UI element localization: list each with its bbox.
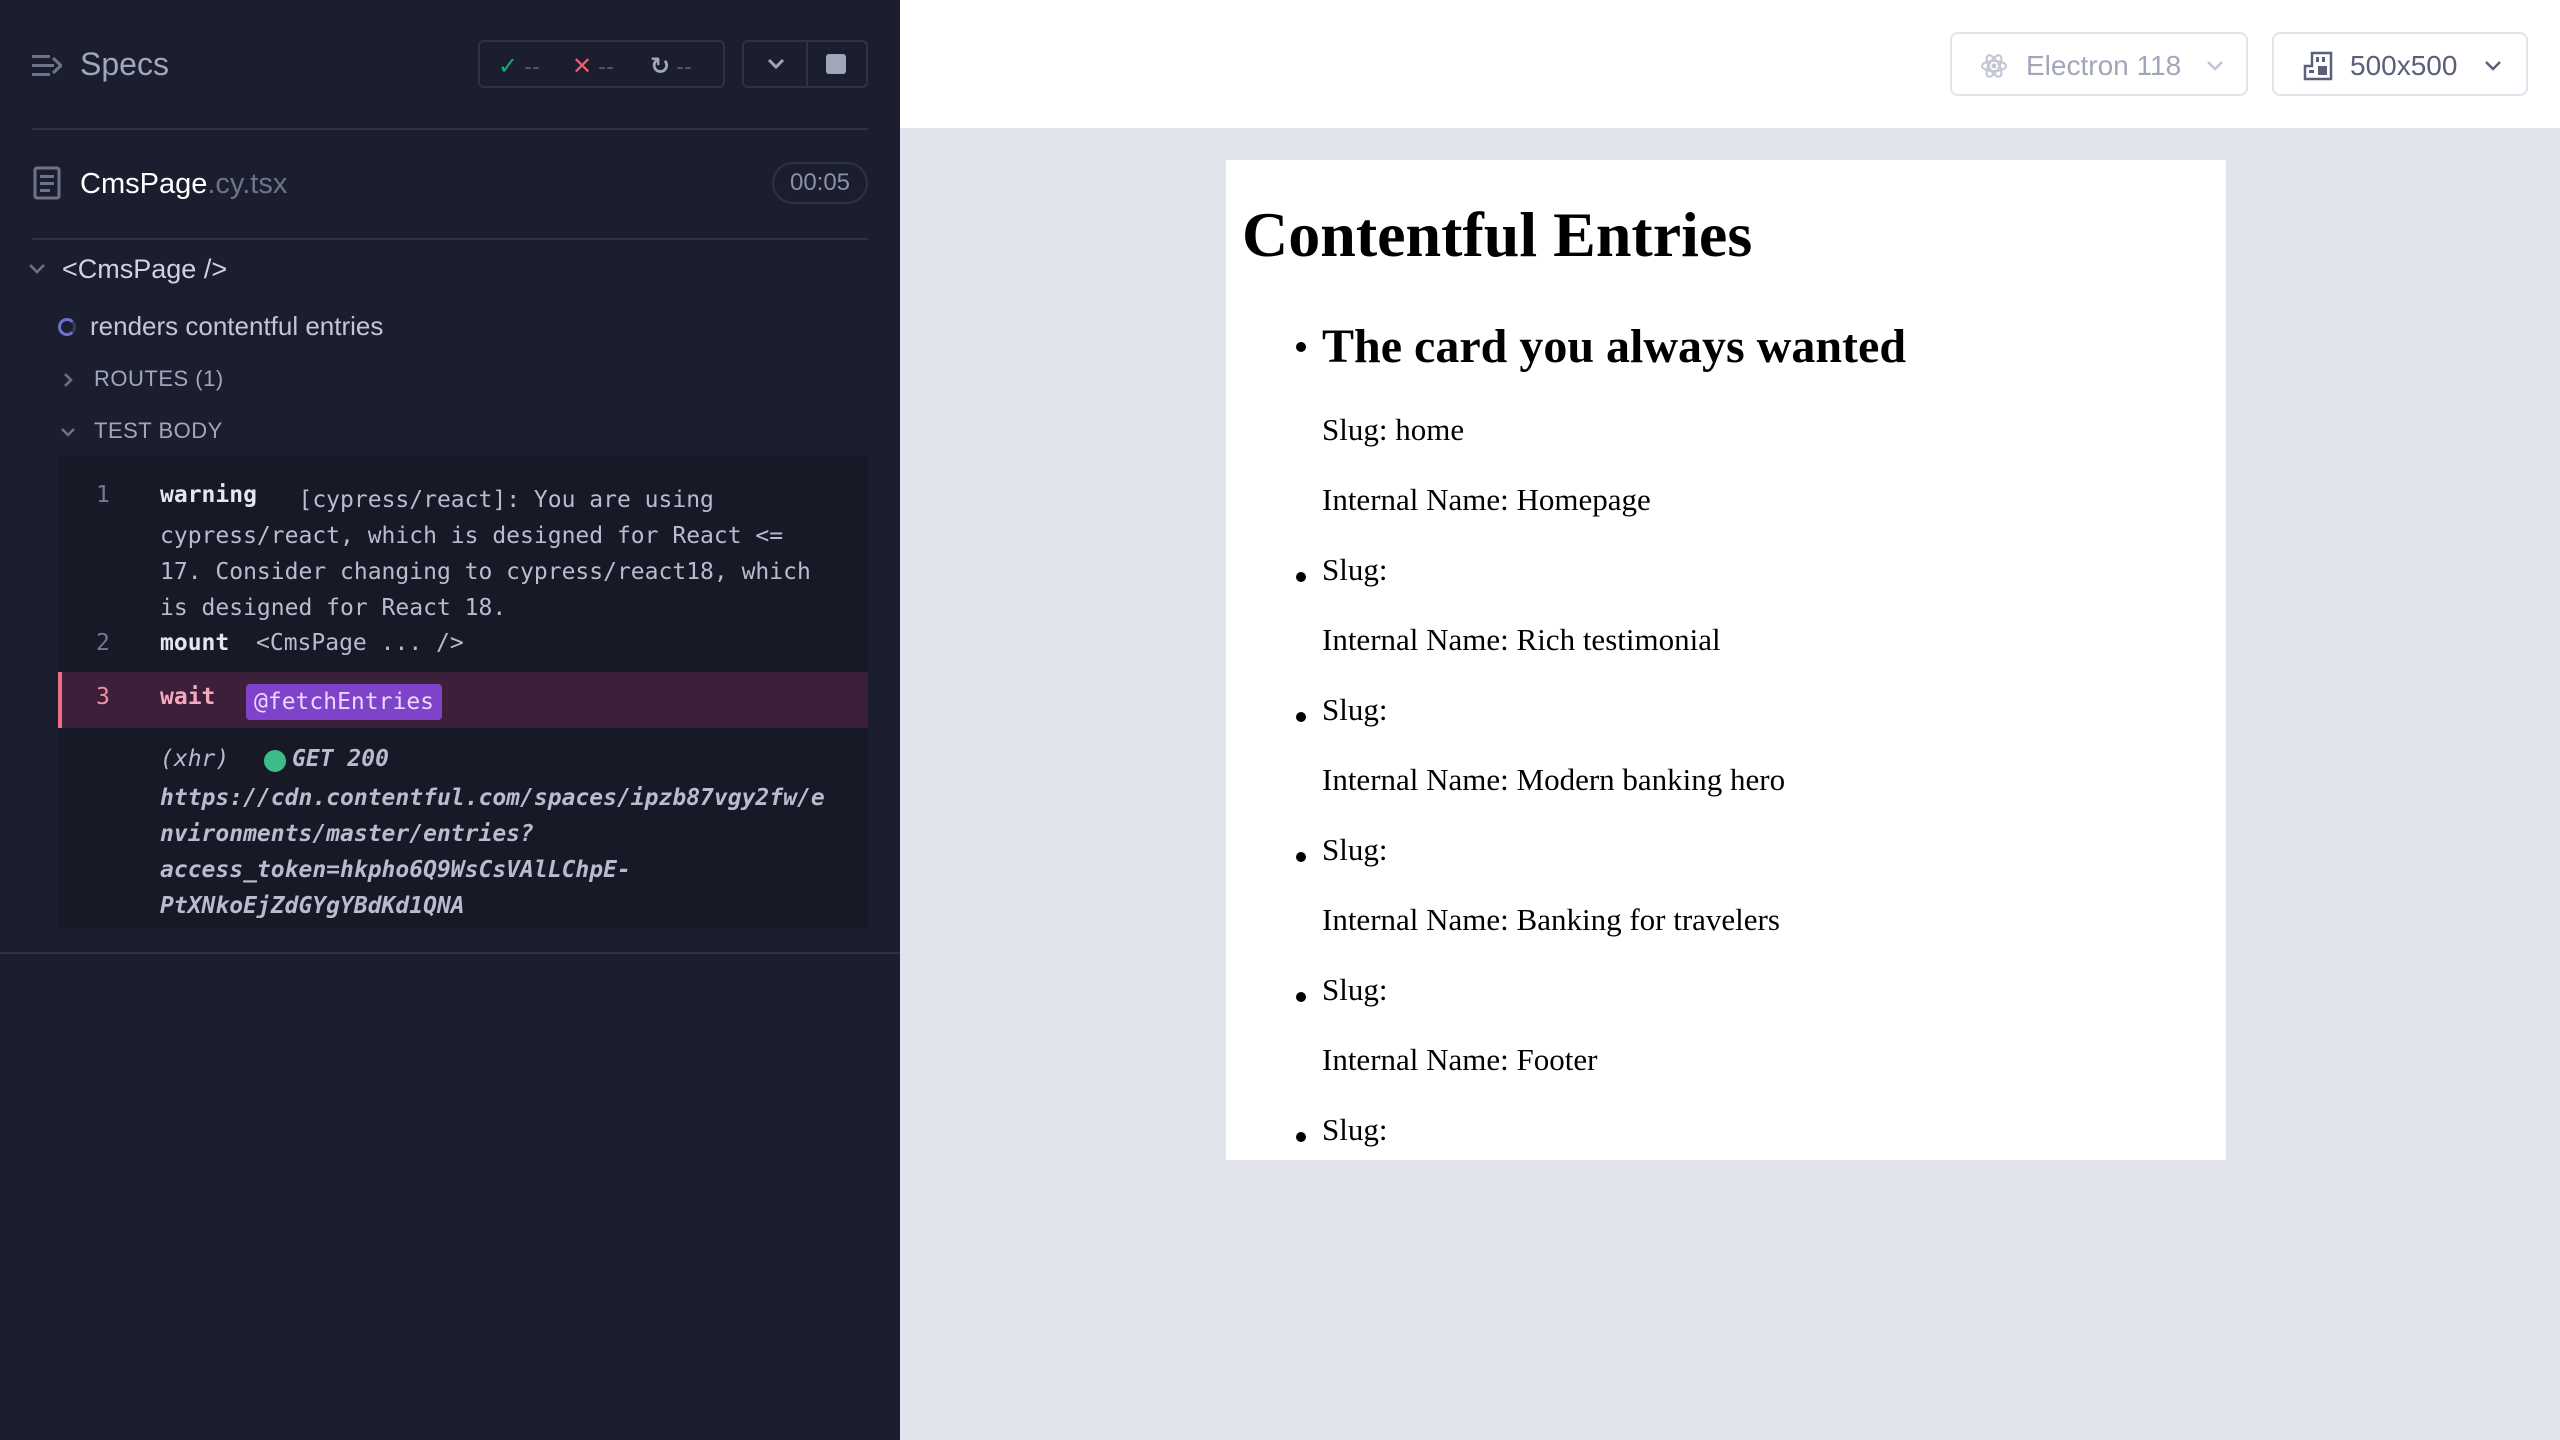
command-name: wait (160, 684, 216, 710)
app-under-test-frame: Contentful Entries The card you always w… (1226, 160, 2226, 1160)
list-item: Slug: Internal Name: Banking for travele… (1226, 832, 2226, 938)
entry-internal-name: Internal Name: Homepage (1322, 482, 1651, 517)
specs-title[interactable]: Specs (80, 46, 169, 83)
command-number: 2 (96, 630, 110, 656)
suite-title: <CmsPage /> (62, 254, 228, 284)
reporter-panel: Specs ✓ -- ✕ -- ↻ -- CmsPage.cy.tsx 00:0… (0, 0, 900, 1440)
list-item: The card you always wanted Slug: home In… (1226, 310, 2226, 518)
command-name: mount (160, 630, 230, 656)
alias-badge[interactable]: @fetchEntries (246, 684, 443, 720)
duration-badge: 00:05 (772, 162, 868, 204)
entry-slug: Slug: (1322, 692, 1388, 727)
chevron-down-icon[interactable] (28, 262, 46, 276)
failed-stat: ✕ -- (572, 52, 614, 80)
passed-stat: ✓ -- (498, 52, 540, 80)
divider (32, 128, 868, 130)
entry-title: The card you always wanted (1322, 320, 1907, 373)
chevron-down-icon[interactable] (60, 424, 76, 440)
xhr-log-row[interactable]: (xhr) GET 200 https://cdn.contentful.com… (58, 734, 868, 924)
entry-slug: Slug: (1322, 832, 1388, 867)
command-row[interactable]: 2 mount <CmsPage ... /> (58, 618, 868, 666)
chevron-right-icon[interactable] (60, 372, 76, 388)
specs-toggle-icon[interactable] (32, 52, 62, 80)
electron-icon (1981, 54, 2007, 78)
preview-toolbar: Electron 118 500x500 (900, 0, 2560, 128)
run-controls (742, 40, 868, 88)
routes-label: ROUTES (1) (94, 366, 224, 391)
status-ok-dot-icon (264, 750, 286, 772)
reporter-header: Specs ✓ -- ✕ -- ↻ -- (0, 0, 900, 130)
list-item: Slug: Internal Name: Modern banking hero (1226, 692, 2226, 798)
entry-slug: Slug: (1322, 972, 1388, 1007)
xhr-status: GET 200 (292, 746, 389, 772)
list-item: Slug: Internal Name: Footer (1226, 972, 2226, 1078)
viewport-label: 500x500 (2350, 50, 2458, 81)
browser-selector[interactable]: Electron 118 (1950, 32, 2248, 96)
test-title: renders contentful entries (90, 311, 384, 341)
chevron-down-icon (2207, 61, 2223, 71)
command-message: <CmsPage ... /> (256, 630, 464, 656)
divider (806, 42, 808, 86)
bullet (1296, 572, 1306, 582)
entries-list: The card you always wanted Slug: home In… (1226, 310, 2226, 1148)
running-spinner-icon (58, 318, 76, 336)
page-heading: Contentful Entries (1242, 199, 1753, 270)
spec-file-header: CmsPage.cy.tsx 00:05 (0, 150, 900, 220)
divider (32, 238, 868, 240)
bullet (1296, 852, 1306, 862)
entry-internal-name: Internal Name: Banking for travelers (1322, 902, 1780, 937)
chevron-down-icon[interactable] (766, 56, 786, 72)
list-item: Slug: Internal Name: Rich testimonial (1226, 552, 2226, 658)
command-number: 1 (96, 482, 110, 508)
bullet (1296, 992, 1306, 1002)
entry-internal-name: Internal Name: Modern banking hero (1322, 762, 1786, 797)
entry-slug: Slug: (1322, 1112, 1388, 1147)
bullet (1296, 342, 1306, 352)
xhr-type: (xhr) (160, 746, 230, 772)
command-row-active[interactable]: 3 wait @fetchEntries (58, 672, 868, 728)
pending-spinner-icon: ↻ (650, 52, 671, 80)
list-item: Slug: (1226, 1112, 2226, 1148)
test-stats: ✓ -- ✕ -- ↻ -- (478, 40, 725, 88)
entry-internal-name: Internal Name: Rich testimonial (1322, 622, 1721, 657)
command-row[interactable]: 1 warning [cypress/react]: You are using… (58, 470, 868, 630)
command-message: [cypress/react]: You are using cypress/r… (160, 487, 811, 621)
entry-internal-name: Internal Name: Footer (1322, 1042, 1598, 1077)
stop-icon[interactable] (826, 54, 846, 74)
command-number: 3 (96, 684, 110, 710)
viewport-selector[interactable]: 500x500 (2272, 32, 2528, 96)
check-icon: ✓ (498, 52, 519, 80)
bullet (1296, 1132, 1306, 1142)
divider (0, 952, 900, 954)
chevron-down-icon (2485, 61, 2501, 71)
spec-file-name[interactable]: CmsPage.cy.tsx (80, 168, 287, 201)
xhr-url: https://cdn.contentful.com/spaces/ipzb87… (160, 785, 825, 919)
document-icon (33, 166, 61, 200)
x-icon: ✕ (572, 52, 593, 80)
entry-slug: Slug: (1322, 552, 1388, 587)
entry-slug: Slug: home (1322, 412, 1465, 447)
pending-stat: ↻ -- (650, 52, 692, 80)
test-body-label: TEST BODY (94, 418, 223, 443)
browser-label: Electron 118 (2026, 50, 2182, 81)
ruler-icon (2303, 51, 2333, 81)
command-log: 1 warning [cypress/react]: You are using… (58, 456, 868, 928)
bullet (1296, 712, 1306, 722)
